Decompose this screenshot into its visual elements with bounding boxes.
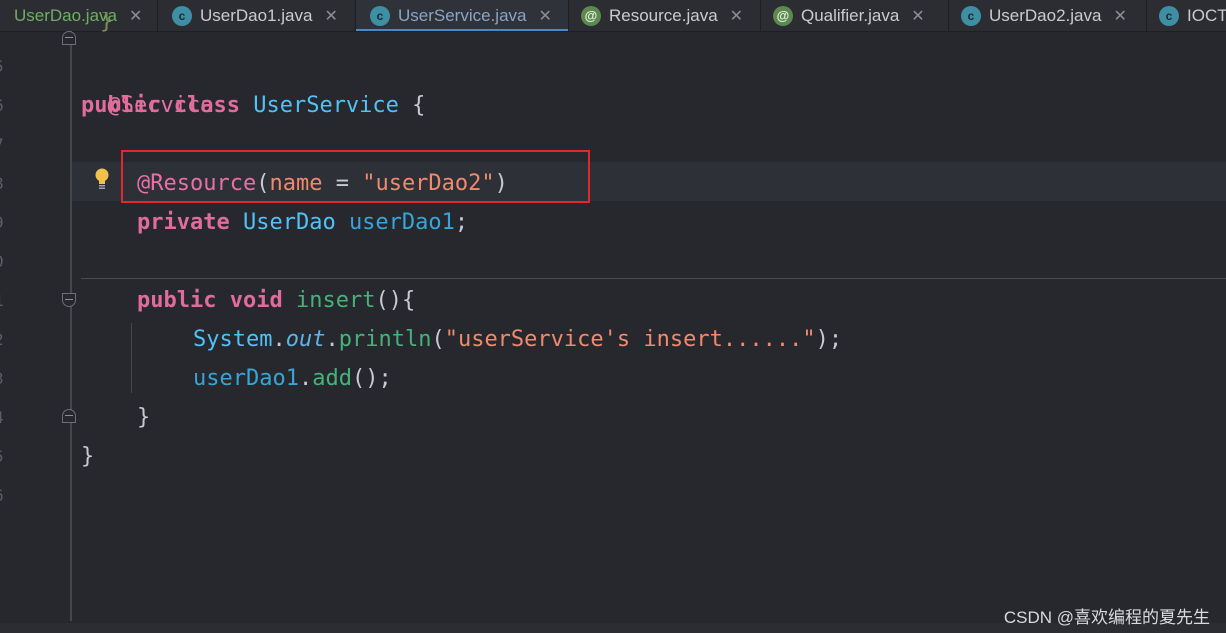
line-number: 3 (0, 369, 8, 388)
watermark: CSDN @喜欢编程的夏先生 (1003, 608, 1210, 627)
keyword: public (137, 288, 217, 313)
tab-userdao2[interactable]: c UserDao2.java ✕ (949, 0, 1147, 31)
class-icon: c (1159, 5, 1179, 26)
type-name: UserDao (242, 210, 336, 235)
lightbulb-icon[interactable] (94, 168, 110, 190)
tab-qualifier[interactable]: @ Qualifier.java ✕ (761, 0, 949, 31)
field-name: userDao1 (348, 210, 455, 235)
tab-userdao1[interactable]: c UserDao1.java ✕ (158, 0, 356, 31)
method-name: add (312, 366, 352, 391)
line-number: 6 (0, 486, 8, 505)
tab-label: UserDao1.java (200, 5, 313, 25)
close-icon[interactable]: ✕ (730, 6, 743, 26)
code-line-field: private UserDao userDao1; (137, 203, 468, 242)
line-number: 1 (0, 291, 8, 310)
class-name: System (193, 327, 273, 352)
code-line-call: userDao1.add(); (193, 359, 392, 398)
keyword: class (173, 93, 240, 118)
annotation-icon: @ (773, 5, 793, 26)
code-line-close-class: } (81, 444, 95, 469)
brace: { (412, 93, 426, 118)
semicolon: ; (454, 210, 469, 235)
static-field: out (285, 327, 326, 352)
close-icon[interactable]: ✕ (911, 6, 924, 26)
tab-label: IOCT (1187, 5, 1226, 25)
method-name: println (338, 327, 432, 352)
dot: . (325, 327, 339, 352)
fold-marker-icon[interactable] (62, 293, 76, 307)
class-icon: c (961, 5, 981, 26)
tab-label: Resource.java (609, 5, 718, 25)
code-line-annotation: @Service (81, 47, 214, 118)
close-icon[interactable]: ✕ (1113, 6, 1126, 26)
string-literal: "userService's insert......" (444, 327, 816, 352)
line-number: 5 (0, 57, 8, 76)
annotation-icon: @ (581, 5, 601, 26)
close-icon[interactable]: ✕ (539, 6, 552, 26)
line-number: 6 (0, 96, 8, 115)
punctuation: ); (815, 327, 843, 352)
method-name: insert (295, 288, 376, 313)
fold-marker-icon[interactable] (62, 409, 76, 423)
code-line-method: public void insert(){ (137, 281, 415, 320)
punctuation: (); (351, 366, 392, 391)
fold-marker-icon[interactable] (62, 31, 76, 45)
line-number: 5 (0, 447, 8, 466)
tab-label: UserService.java (398, 5, 527, 25)
tab-label: Qualifier.java (801, 5, 900, 25)
line-number: 7 (0, 135, 8, 154)
dot: . (272, 327, 286, 352)
class-icon: c (172, 5, 192, 26)
keyword: private (137, 210, 230, 235)
gutter-separator (70, 31, 72, 621)
indent-guide (131, 323, 132, 393)
keyword: public (81, 93, 161, 118)
paren: ( (431, 327, 445, 352)
editor-tab-bar: UserDao.java ✕ c UserDao1.java ✕ c UserS… (0, 0, 1226, 32)
code-line-close-method: } (137, 405, 151, 430)
line-number: 8 (0, 174, 8, 193)
punctuation: (){ (375, 288, 416, 313)
highlight-box (121, 150, 590, 203)
dot: . (298, 366, 313, 391)
tab-ioct[interactable]: c IOCT (1147, 0, 1226, 31)
keyword: void (229, 288, 283, 313)
class-icon: c (370, 5, 390, 26)
code-line-println: System.out.println("userService's insert… (193, 320, 842, 359)
class-name: UserService (253, 93, 399, 118)
line-number: 4 (0, 408, 8, 427)
line-number: 0 (0, 252, 8, 271)
tab-userservice[interactable]: c UserService.java ✕ (356, 0, 569, 31)
code-fragment: } (100, 12, 114, 32)
tab-label: UserDao2.java (989, 5, 1102, 25)
line-number: 2 (0, 330, 8, 349)
method-separator (81, 278, 1226, 279)
tab-userdao[interactable]: UserDao.java ✕ (0, 0, 158, 31)
field-name: userDao1 (193, 366, 299, 391)
close-icon[interactable]: ✕ (324, 6, 337, 26)
line-number: 9 (0, 213, 8, 232)
code-line-class-declaration: public class UserService { (81, 86, 425, 125)
close-icon[interactable]: ✕ (129, 6, 142, 26)
tab-resource[interactable]: @ Resource.java ✕ (569, 0, 761, 31)
